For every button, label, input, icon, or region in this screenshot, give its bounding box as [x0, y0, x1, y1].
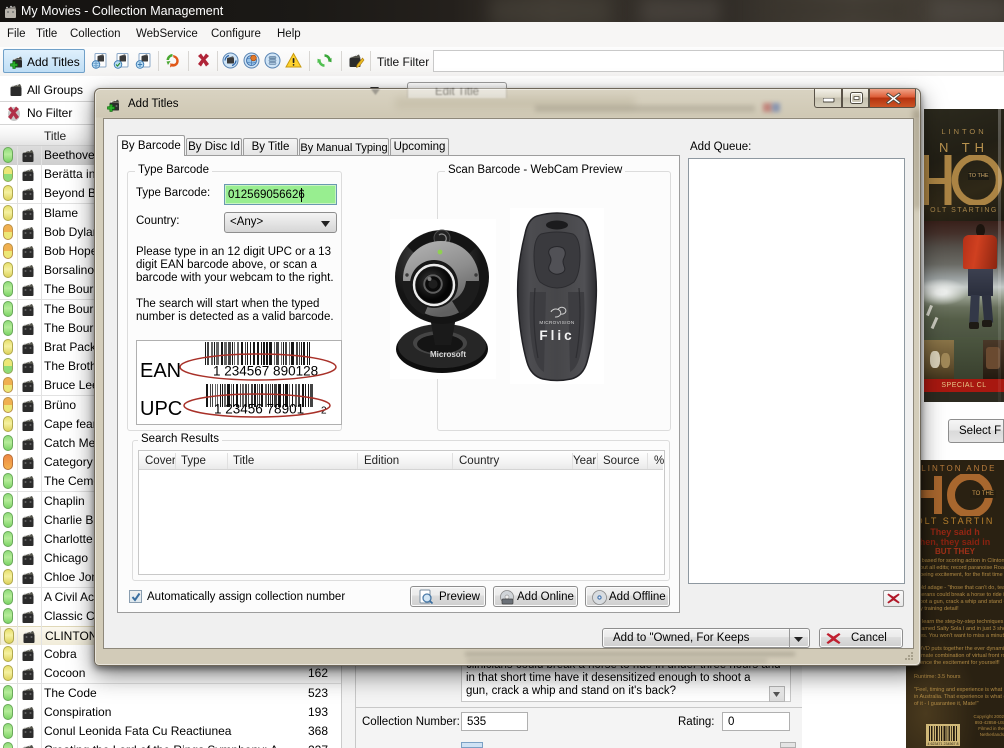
svg-text:4 623471 234567 8: 4 623471 234567 8 [928, 742, 959, 746]
svg-text:MICROVISION: MICROVISION [539, 320, 574, 325]
svg-text:1 234567 890128: 1 234567 890128 [213, 364, 318, 379]
svg-text:1 23456 78901: 1 23456 78901 [214, 402, 304, 417]
svg-text:EAN: EAN [140, 360, 181, 382]
svg-text:Flic: Flic [539, 328, 574, 343]
svg-text:UPC: UPC [140, 398, 182, 420]
svg-text:Microsoft: Microsoft [430, 350, 466, 359]
